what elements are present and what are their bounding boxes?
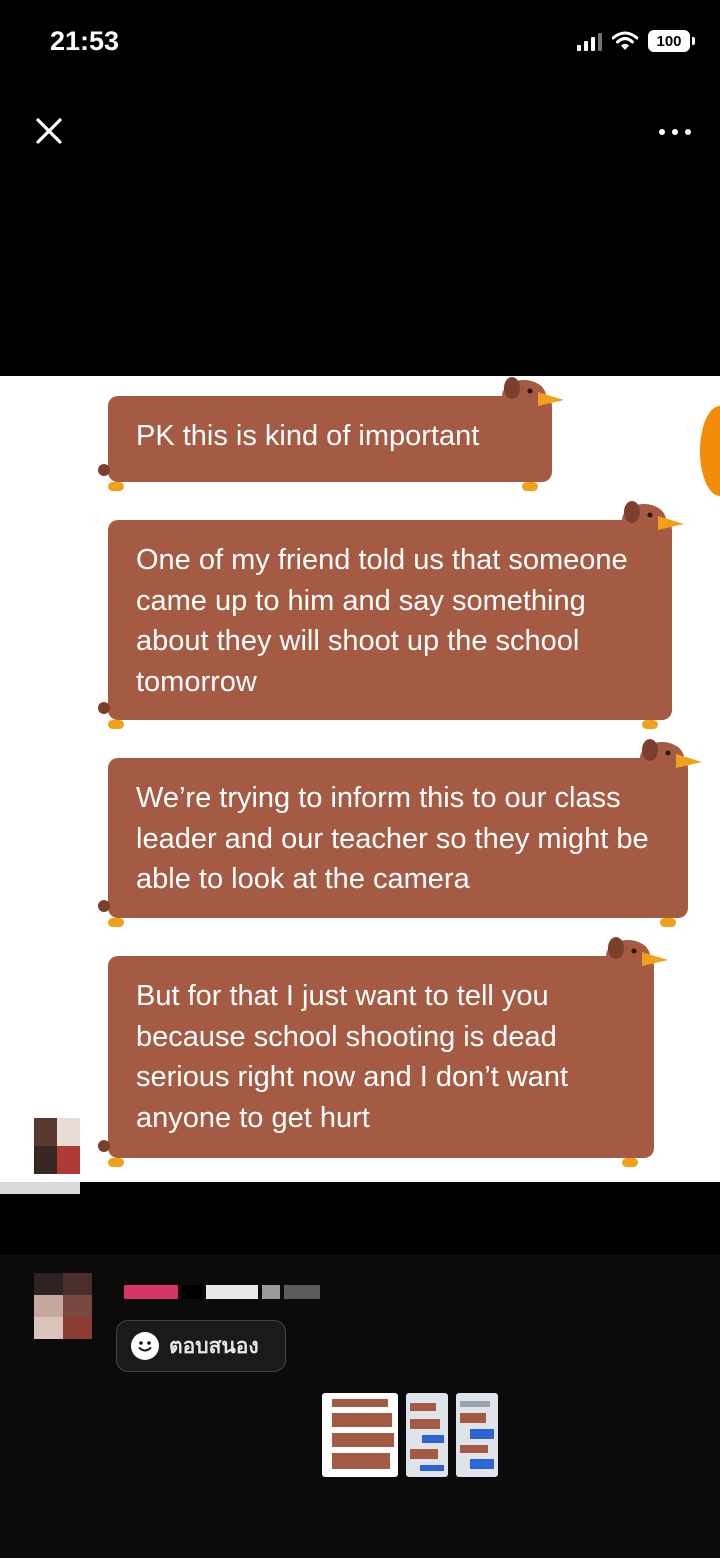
thumbnail-preview <box>410 1403 444 1471</box>
paw <box>642 720 658 729</box>
close-icon <box>36 118 62 144</box>
status-bar: 21:53 100 <box>0 0 720 90</box>
paw <box>108 1158 124 1167</box>
dog-tail <box>98 464 110 476</box>
viewer-top-bar <box>0 100 720 160</box>
thumbnail-preview <box>332 1399 394 1469</box>
paw <box>522 482 538 491</box>
commenter-avatar[interactable] <box>34 1273 92 1339</box>
dog-head-icon <box>502 377 564 412</box>
attachment-thumbnail[interactable] <box>406 1393 448 1477</box>
message-text: We’re trying to inform this to our class… <box>136 782 649 895</box>
dog-head-icon <box>606 937 668 972</box>
paw <box>108 918 124 927</box>
message-bubble: PK this is kind of important <box>108 396 552 482</box>
fire-sticker <box>700 406 720 496</box>
paw <box>108 720 124 729</box>
reply-icon <box>131 1332 159 1360</box>
signal-icon <box>577 31 602 51</box>
message-text: One of my friend told us that someone ca… <box>136 544 628 698</box>
battery-icon: 100 <box>648 30 695 52</box>
message-bubble: We’re trying to inform this to our class… <box>108 758 688 918</box>
status-time: 21:53 <box>50 26 120 56</box>
reply-label: ตอบสนอง <box>169 1334 259 1358</box>
message-bubble: One of my friend told us that someone ca… <box>108 520 672 720</box>
dog-tail <box>98 900 110 912</box>
message-text: PK this is kind of important <box>136 420 480 452</box>
dog-tail <box>98 1140 110 1152</box>
paw <box>622 1158 638 1167</box>
status-icons: 100 <box>577 30 695 52</box>
dog-head-icon <box>640 739 702 774</box>
message-bubble: But for that I just want to tell you bec… <box>108 956 654 1158</box>
dog-head-icon <box>622 501 684 536</box>
attachment-thumbnails <box>322 1393 498 1477</box>
attachment-thumbnail[interactable] <box>322 1393 398 1477</box>
reply-button[interactable]: ตอบสนอง <box>116 1320 286 1372</box>
wifi-icon <box>612 31 638 50</box>
post-image[interactable]: PK this is kind of important One of my f… <box>0 376 720 1182</box>
commenter-name <box>124 1285 320 1299</box>
paw <box>108 482 124 491</box>
sender-avatar <box>34 1118 80 1174</box>
message-text: But for that I just want to tell you bec… <box>136 980 569 1134</box>
dog-tail <box>98 702 110 714</box>
thumbnail-preview <box>460 1401 494 1469</box>
comment-area: ตอบสนอง <box>0 1255 720 1558</box>
close-button[interactable] <box>28 110 70 152</box>
image-edge <box>0 1182 80 1194</box>
paw <box>660 918 676 927</box>
more-icon <box>659 129 665 135</box>
more-button[interactable] <box>650 120 700 144</box>
attachment-thumbnail[interactable] <box>456 1393 498 1477</box>
